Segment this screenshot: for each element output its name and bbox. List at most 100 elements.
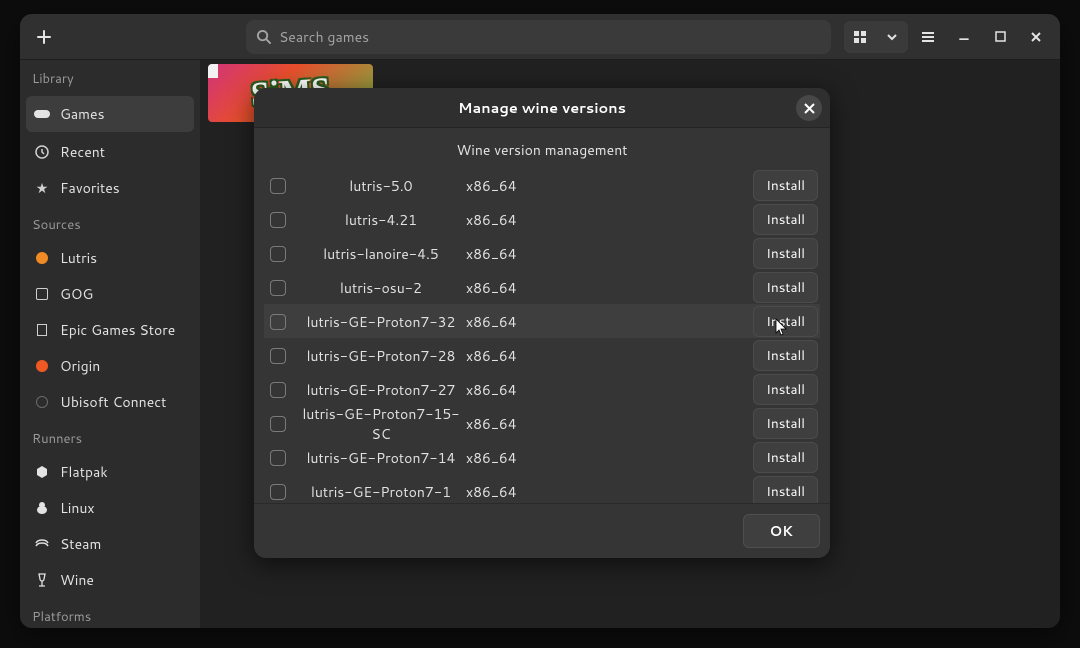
clock-icon: [34, 145, 50, 159]
epic-icon: [34, 324, 50, 336]
wine-version-row[interactable]: lutris-osu-2x86_64Install: [264, 270, 820, 304]
wine-version-row[interactable]: lutris-GE-Proton7-1x86_64 Install: [264, 474, 820, 503]
sidebar-item-label: Wine: [60, 570, 94, 590]
wine-version-row[interactable]: lutris-5.0x86_64Install: [264, 168, 820, 202]
install-button[interactable]: Install: [753, 306, 818, 337]
wine-version-name: lutris-5.0: [296, 176, 466, 196]
install-button[interactable]: Install: [753, 340, 818, 371]
row-checkbox[interactable]: [270, 450, 286, 466]
wine-versions-list: lutris-5.0x86_64Installlutris-4.21x86_64…: [254, 168, 830, 503]
titlebar-right: _: [844, 21, 1052, 53]
wine-version-row[interactable]: lutris-GE-Proton7-15-SCx86_64Install: [264, 406, 820, 440]
lutris-icon: [34, 252, 50, 264]
wine-version-name: lutris-GE-Proton7-27: [296, 380, 466, 400]
wine-version-name: lutris-4.21: [296, 210, 466, 230]
search-icon: [256, 29, 271, 44]
sidebar-item-wine[interactable]: Wine: [20, 562, 200, 598]
sidebar-item-recent[interactable]: Recent: [20, 134, 200, 170]
wine-version-arch: x86_64: [466, 380, 566, 400]
install-button[interactable]: Install: [753, 170, 818, 201]
wine-version-row[interactable]: lutris-GE-Proton7-14x86_64 Install: [264, 440, 820, 474]
search-field[interactable]: [246, 20, 831, 54]
wine-version-name: lutris-GE-Proton7-14: [296, 448, 466, 468]
dialog-header: Manage wine versions: [254, 88, 830, 128]
gog-icon: [34, 288, 50, 300]
wine-version-arch: x86_64: [466, 312, 566, 332]
sidebar-item-label: Epic Games Store: [60, 320, 175, 340]
wine-versions-dialog: Manage wine versions Wine version manage…: [254, 88, 830, 558]
row-checkbox[interactable]: [270, 280, 286, 296]
dialog-subtitle: Wine version management: [254, 128, 830, 168]
sidebar-item-games[interactable]: Games: [26, 96, 194, 132]
view-switcher[interactable]: [844, 21, 908, 53]
sidebar-item-label: Linux: [60, 498, 95, 518]
install-button[interactable]: Install: [753, 442, 818, 473]
dialog-close-button[interactable]: [796, 95, 822, 121]
row-checkbox[interactable]: [270, 416, 286, 432]
linux-icon: [34, 501, 50, 515]
row-checkbox[interactable]: [270, 314, 286, 330]
install-button[interactable]: Install: [753, 272, 818, 303]
grid-view-icon[interactable]: [844, 21, 876, 53]
sidebar-item-gog[interactable]: GOG: [20, 276, 200, 312]
row-checkbox[interactable]: [270, 178, 286, 194]
wine-version-arch: x86_64: [466, 414, 566, 434]
row-checkbox[interactable]: [270, 382, 286, 398]
minimize-button[interactable]: _: [948, 21, 980, 53]
ubisoft-icon: [34, 396, 50, 408]
maximize-button[interactable]: [984, 21, 1016, 53]
wine-version-arch: x86_64: [466, 448, 566, 468]
sidebar-item-linux[interactable]: Linux: [20, 490, 200, 526]
sidebar: Library Games Recent ★ Favorites Sources: [20, 60, 200, 628]
wine-version-row[interactable]: lutris-4.21x86_64 Install: [264, 202, 820, 236]
steam-icon: [34, 539, 50, 549]
sidebar-item-favorites[interactable]: ★ Favorites: [20, 170, 200, 206]
wine-version-row[interactable]: lutris-GE-Proton7-27x86_64 Install: [264, 372, 820, 406]
sidebar-section-sources: Sources: [20, 206, 200, 240]
install-button[interactable]: Install: [753, 476, 818, 503]
row-checkbox[interactable]: [270, 246, 286, 262]
sidebar-item-lutris[interactable]: Lutris: [20, 240, 200, 276]
wine-version-name: lutris-lanoire-4.5: [296, 244, 466, 264]
wine-version-row[interactable]: lutris-lanoire-4.5x86_64Install: [264, 236, 820, 270]
sidebar-item-flatpak[interactable]: Flatpak: [20, 454, 200, 490]
wine-icon: [34, 573, 50, 587]
sidebar-item-label: GOG: [60, 284, 93, 304]
sidebar-item-label: Games: [60, 104, 105, 124]
row-checkbox[interactable]: [270, 484, 286, 500]
sidebar-item-label: Origin: [60, 356, 100, 376]
sidebar-item-origin[interactable]: Origin: [20, 348, 200, 384]
ok-button[interactable]: OK: [743, 514, 820, 548]
wine-version-row[interactable]: lutris-GE-Proton7-28x86_64Install: [264, 338, 820, 372]
row-checkbox[interactable]: [270, 212, 286, 228]
sidebar-item-epic[interactable]: Epic Games Store: [20, 312, 200, 348]
install-button[interactable]: Install: [753, 374, 818, 405]
install-button[interactable]: Install: [753, 408, 818, 439]
sidebar-item-label: Ubisoft Connect: [60, 392, 166, 412]
wine-version-name: lutris-GE-Proton7-15-SC: [296, 404, 466, 444]
row-checkbox[interactable]: [270, 348, 286, 364]
install-button[interactable]: Install: [753, 238, 818, 269]
titlebar: _: [20, 14, 1060, 60]
wine-version-arch: x86_64: [466, 210, 566, 230]
add-button[interactable]: [28, 21, 60, 53]
wine-version-arch: x86_64: [466, 278, 566, 298]
view-dropdown-icon[interactable]: [876, 21, 908, 53]
sidebar-item-steam[interactable]: Steam: [20, 526, 200, 562]
hamburger-menu-icon[interactable]: [912, 21, 944, 53]
wine-version-name: lutris-GE-Proton7-1: [296, 482, 466, 502]
install-button[interactable]: Install: [753, 204, 818, 235]
sidebar-item-label: Flatpak: [60, 462, 108, 482]
sidebar-item-label: Lutris: [60, 248, 97, 268]
dialog-footer: OK: [254, 503, 830, 558]
close-button[interactable]: [1020, 21, 1052, 53]
sidebar-item-label: Favorites: [60, 178, 120, 198]
sidebar-item-ubisoft[interactable]: Ubisoft Connect: [20, 384, 200, 420]
dialog-title: Manage wine versions: [458, 97, 626, 118]
sidebar-section-runners: Runners: [20, 420, 200, 454]
sidebar-section-library: Library: [20, 60, 200, 94]
wine-version-arch: x86_64: [466, 482, 566, 502]
origin-icon: [34, 360, 50, 372]
search-input[interactable]: [279, 27, 821, 47]
wine-version-row[interactable]: lutris-GE-Proton7-32x86_64Install: [264, 304, 820, 338]
